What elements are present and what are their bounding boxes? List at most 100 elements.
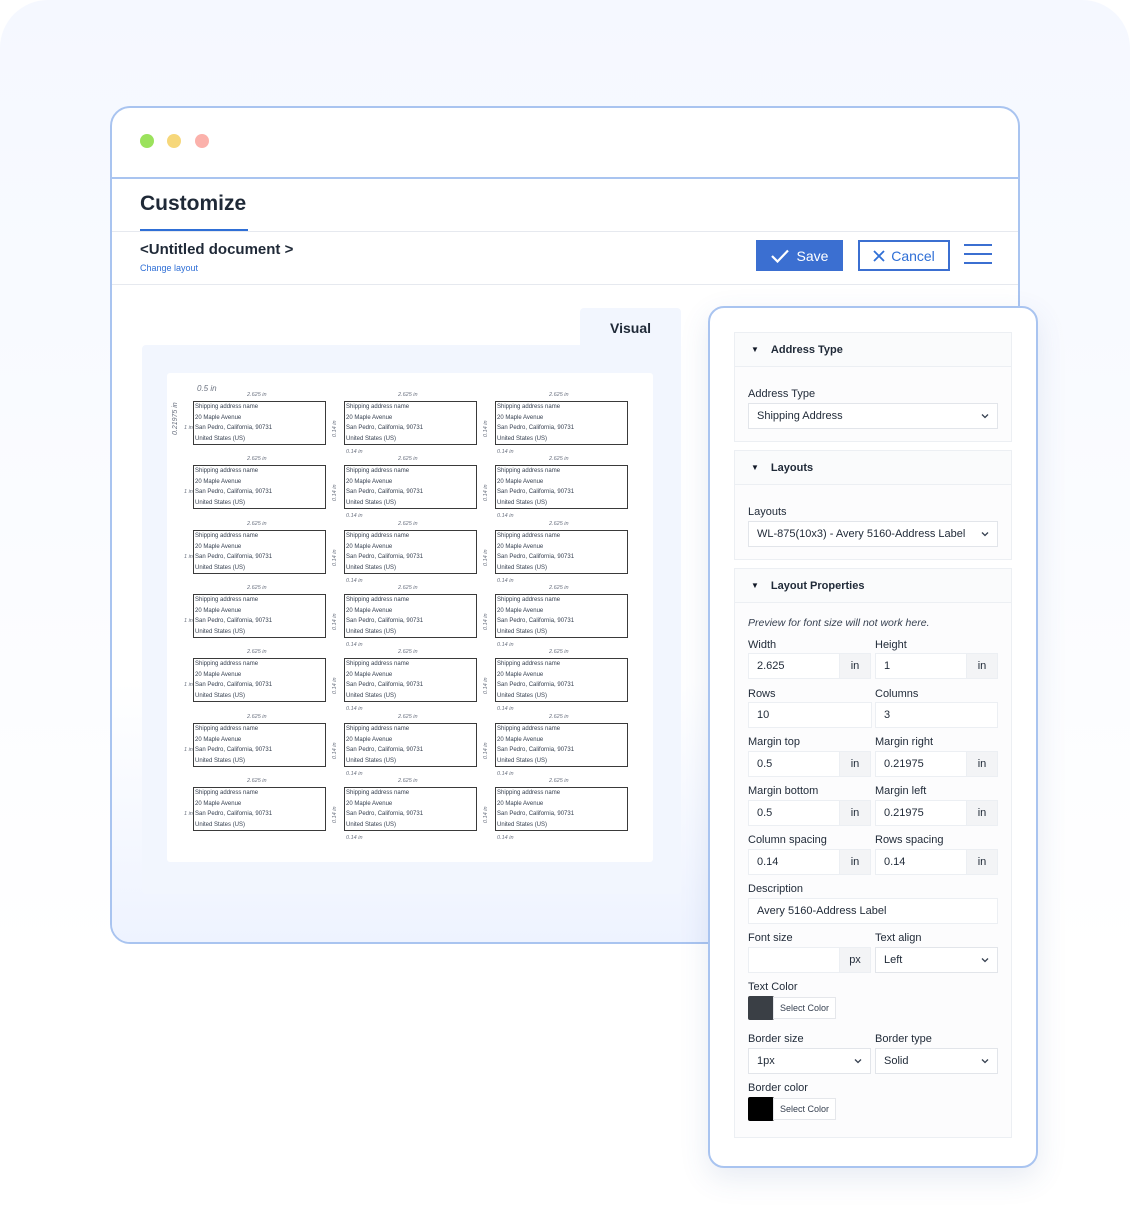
address-label[interactable]: Shipping address name 20 Maple Avenue San … [344,594,477,638]
description-label: Description [748,883,804,895]
address-label[interactable]: Shipping address name 20 Maple Avenue San … [495,787,628,831]
column-spacing-input[interactable]: 0.14 [748,849,840,875]
window-dot-red[interactable] [195,134,209,148]
window-dot-yellow[interactable] [167,134,181,148]
address-label[interactable]: Shipping address name 20 Maple Avenue San … [193,465,326,509]
row-spacing-dimension: 0.14 in [497,449,514,455]
address-label[interactable]: Shipping address name 20 Maple Avenue San … [344,401,477,445]
address-label-line: 20 Maple Avenue [346,543,393,550]
address-label-line: San Pedro, California, 90731 [346,554,424,561]
margin-bottom-input[interactable]: 0.5 [748,800,840,826]
border-color-select-button[interactable]: Select Color [773,1098,837,1120]
border-size-select[interactable]: 1px [748,1048,871,1074]
rows-input[interactable]: 10 [748,702,872,728]
margin-left-dimension: 0.21975 in [172,402,179,435]
address-label-line: United States (US) [346,564,397,571]
chevron-down-icon [981,958,989,963]
address-label-line: Shipping address name [346,597,410,603]
address-label-line: San Pedro, California, 90731 [346,682,424,689]
column-spacing-dimension: 0.14 in [483,677,489,694]
address-label[interactable]: Shipping address name 20 Maple Avenue San … [193,787,326,831]
address-label[interactable]: Shipping address name 20 Maple Avenue San … [344,723,477,767]
address-label-line: San Pedro, California, 90731 [497,747,575,754]
change-layout-link[interactable]: Change layout [140,263,198,273]
font-size-input[interactable] [748,947,840,973]
margin-left-input[interactable]: 0.21975 [875,800,967,826]
window-dot-green[interactable] [140,134,154,148]
address-label-line: United States (US) [195,564,246,571]
document-title[interactable]: <Untitled document > [140,241,293,258]
address-label[interactable]: Shipping address name 20 Maple Avenue San … [344,465,477,509]
margin-right-input[interactable]: 0.21975 [875,751,967,777]
address-label[interactable]: Shipping address name 20 Maple Avenue San … [193,594,326,638]
address-label-line: United States (US) [346,692,397,699]
address-label[interactable]: Shipping address name 20 Maple Avenue San … [495,723,628,767]
columns-input[interactable]: 3 [875,702,998,728]
address-label-line: Shipping address name [195,790,259,796]
address-label[interactable]: Shipping address name 20 Maple Avenue San … [495,594,628,638]
margin-right-label: Margin right [875,736,934,748]
layouts-select[interactable]: WL-875(10x3) - Avery 5160-Address Label [748,521,998,547]
address-label-line: Shipping address name [346,726,410,732]
address-label-line: United States (US) [497,757,548,764]
address-label[interactable]: Shipping address name 20 Maple Avenue San … [495,465,628,509]
address-label[interactable]: Shipping address name 20 Maple Avenue San … [344,658,477,702]
address-label-line: United States (US) [346,435,397,442]
caret-down-icon: ▼ [751,463,759,472]
layouts-header[interactable]: ▼ Layouts [735,451,1011,485]
row-spacing-dimension: 0.14 in [497,706,514,712]
address-type-header[interactable]: ▼ Address Type [735,333,1011,367]
address-label-line: 20 Maple Avenue [497,478,544,485]
border-size-label: Border size [748,1033,804,1045]
label-width-dimension: 2.625 in [398,585,418,591]
address-label[interactable]: Shipping address name 20 Maple Avenue San … [344,787,477,831]
address-label-line: 20 Maple Avenue [346,478,393,485]
hamburger-menu-icon[interactable] [964,244,992,264]
rows-spacing-input[interactable]: 0.14 [875,849,967,875]
save-button[interactable]: Save [756,240,843,271]
border-type-select[interactable]: Solid [875,1048,998,1074]
text-align-select[interactable]: Left [875,947,998,973]
margin-top-dimension: 0.5 in [197,384,217,393]
row-spacing-dimension: 0.14 in [346,578,363,584]
address-label[interactable]: Shipping address name 20 Maple Avenue San … [193,530,326,574]
label-height-dimension: 1 in [184,425,193,431]
row-spacing-dimension: 0.14 in [497,578,514,584]
address-label[interactable]: Shipping address name 20 Maple Avenue San … [344,530,477,574]
address-label-line: Shipping address name [497,661,561,667]
layouts-section: ▼ Layouts Layouts WL-875(10x3) - Avery 5… [734,450,1012,560]
address-label-line: Shipping address name [195,533,259,539]
address-label-line: San Pedro, California, 90731 [195,618,273,625]
text-color-select-button[interactable]: Select Color [773,997,837,1019]
address-label[interactable]: Shipping address name 20 Maple Avenue San … [495,658,628,702]
address-label[interactable]: Shipping address name 20 Maple Avenue San … [495,401,628,445]
address-label[interactable]: Shipping address name 20 Maple Avenue San … [193,658,326,702]
row-spacing-dimension: 0.14 in [346,642,363,648]
layout-properties-header[interactable]: ▼ Layout Properties [735,569,1011,603]
margin-bottom-label: Margin bottom [748,785,819,797]
label-width-dimension: 2.625 in [247,649,267,655]
row-spacing-dimension: 0.14 in [346,771,363,777]
address-label[interactable]: Shipping address name 20 Maple Avenue San … [193,723,326,767]
text-color-label: Text Color [748,981,798,993]
address-label[interactable]: Shipping address name 20 Maple Avenue San … [495,530,628,574]
tab-visual[interactable]: Visual [580,308,681,348]
address-label-line: San Pedro, California, 90731 [195,682,273,689]
address-label-line: Shipping address name [497,533,561,539]
row-spacing-dimension: 0.14 in [497,835,514,841]
address-label-line: Shipping address name [497,726,561,732]
width-input[interactable]: 2.625 [748,653,840,679]
address-label-line: 20 Maple Avenue [497,671,544,678]
height-input[interactable]: 1 [875,653,967,679]
margin-top-input[interactable]: 0.5 [748,751,840,777]
save-label: Save [796,247,829,264]
border-color-swatch[interactable] [748,1097,774,1121]
address-label[interactable]: Shipping address name 20 Maple Avenue San … [193,401,326,445]
text-color-swatch[interactable] [748,996,774,1020]
height-unit: in [966,653,998,679]
address-type-select[interactable]: Shipping Address [748,403,998,429]
column-spacing-dimension: 0.14 in [332,806,338,823]
cancel-button[interactable]: Cancel [858,240,950,271]
label-width-dimension: 2.625 in [398,521,418,527]
description-input[interactable]: Avery 5160-Address Label [748,898,998,924]
